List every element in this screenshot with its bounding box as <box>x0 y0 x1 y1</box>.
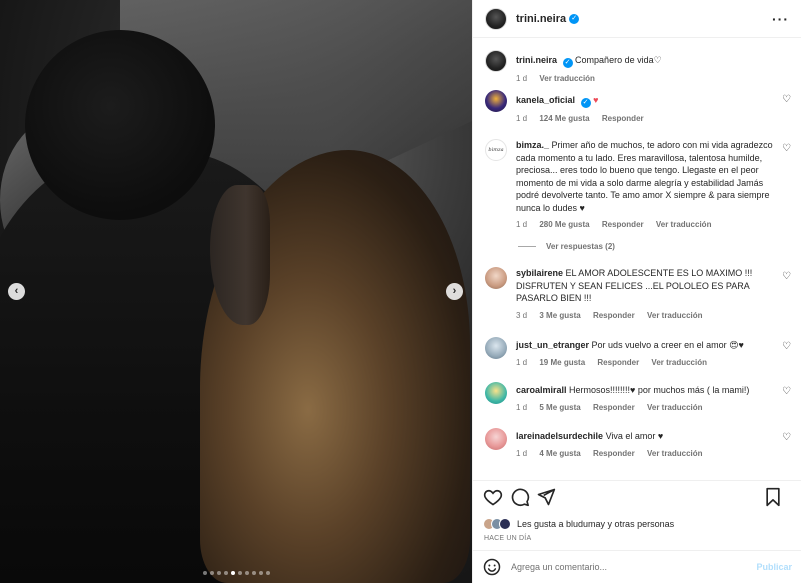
post-actions: Les gusta a bludumay y otras personas HA… <box>473 480 801 550</box>
like-count[interactable]: 19 Me gusta <box>539 358 585 367</box>
comment-username[interactable]: caroalmirall <box>516 385 567 395</box>
post-media[interactable]: ‹ › <box>0 0 472 583</box>
comment-username[interactable]: lareinadelsurdechile <box>516 431 603 441</box>
post-username[interactable]: trini.neira <box>516 13 566 25</box>
view-replies-label[interactable]: Ver respuestas (2) <box>546 242 615 251</box>
avatar[interactable]: bimza <box>485 139 507 161</box>
comment-item: sybilairene EL AMOR ADOLESCENTE ES LO MA… <box>485 267 795 320</box>
comment-time: 1 d <box>516 114 528 123</box>
reply-button[interactable]: Responder <box>602 220 644 229</box>
comment-text: Por uds vuelvo a creer en el amor 😍♥ <box>591 340 744 350</box>
verified-icon: ✓ <box>580 98 591 108</box>
carousel-dot <box>251 571 256 575</box>
like-count[interactable]: 4 Me gusta <box>539 449 580 458</box>
avatar[interactable] <box>485 267 507 289</box>
heart-icon[interactable]: ♡ <box>782 143 791 154</box>
avatar[interactable] <box>485 428 507 450</box>
comment-item: lareinadelsurdechile Viva el amor ♥ 1 d … <box>485 428 795 458</box>
comment-time: 1 d <box>516 357 528 367</box>
translate-link[interactable]: Ver traducción <box>651 358 707 367</box>
heart-icon[interactable]: ♡ <box>782 271 791 282</box>
carousel-dot <box>244 571 249 575</box>
verified-icon: ✓ <box>562 58 573 68</box>
comment-username[interactable]: just_un_etranger <box>516 340 589 350</box>
comment-input[interactable] <box>511 562 751 572</box>
add-comment-bar: Publicar <box>473 550 801 583</box>
reply-button[interactable]: Responder <box>602 114 644 123</box>
publish-button[interactable]: Publicar <box>756 562 792 572</box>
avatar[interactable] <box>485 7 507 30</box>
avatar[interactable] <box>485 50 507 72</box>
heart-icon[interactable]: ♡ <box>782 432 791 443</box>
caption-username[interactable]: trini.neira <box>516 55 557 65</box>
heart-icon[interactable]: ♡ <box>782 386 791 397</box>
comment-text: ♥ <box>593 95 599 105</box>
carousel-dots <box>0 571 472 575</box>
carousel-dot <box>216 571 221 575</box>
caption: trini.neira ✓ Compañero de vida♡ 1 d Ver… <box>485 50 795 83</box>
comment-text: Viva el amor ♥ <box>605 431 664 441</box>
reply-button[interactable]: Responder <box>593 311 635 320</box>
save-icon[interactable] <box>763 487 783 507</box>
likes-text: Les gusta a bludumay y otras personas <box>517 519 675 529</box>
carousel-dot <box>258 571 263 575</box>
caption-text: Compañero de vida♡ <box>575 55 662 65</box>
avatar[interactable] <box>485 382 507 404</box>
reply-button[interactable]: Responder <box>597 358 639 367</box>
comment-time: 1 d <box>516 448 528 458</box>
emoji-icon[interactable] <box>483 558 501 576</box>
reply-button[interactable]: Responder <box>593 403 635 412</box>
translate-link[interactable]: Ver traducción <box>647 403 703 412</box>
comment-username[interactable]: sybilairene <box>516 268 563 278</box>
like-count[interactable]: 124 Me gusta <box>539 114 589 123</box>
avatar[interactable] <box>485 90 507 112</box>
comment-time: 3 d <box>516 310 528 320</box>
translate-link[interactable]: Ver traducción <box>647 311 703 320</box>
comment-time: 1 d <box>516 220 528 229</box>
translate-link[interactable]: Ver traducción <box>539 74 595 83</box>
comment-item: kanela_oficial ✓ ♥ 1 d 124 Me gusta Resp… <box>485 90 795 123</box>
person-head <box>25 30 215 220</box>
next-arrow-icon[interactable]: › <box>446 283 463 300</box>
carousel-dot-active <box>230 571 235 575</box>
carousel-dot <box>237 571 242 575</box>
previous-arrow-icon[interactable]: ‹ <box>8 283 25 300</box>
comment-text: Hermosos!!!!!!!!♥ por muchos más ( la ma… <box>569 385 750 395</box>
translate-link[interactable]: Ver traducción <box>656 220 712 229</box>
like-count[interactable]: 5 Me gusta <box>539 403 580 412</box>
post-panel: trini.neira ✓ ··· trini.neira ✓ Compañer… <box>472 0 801 583</box>
divider <box>518 246 536 247</box>
heart-icon[interactable] <box>483 487 503 507</box>
translate-link[interactable]: Ver traducción <box>647 449 703 458</box>
post-date: HACE UN DÍA <box>484 535 532 542</box>
caption-time: 1 d <box>516 74 528 83</box>
comment-text: Primer año de muchos, te adoro con mi vi… <box>516 140 773 213</box>
comment-item: just_un_etranger Por uds vuelvo a creer … <box>485 337 795 367</box>
more-icon[interactable]: ··· <box>772 11 789 27</box>
carousel-dot <box>223 571 228 575</box>
like-count[interactable]: 280 Me gusta <box>539 220 589 229</box>
share-icon[interactable] <box>536 487 556 507</box>
view-replies[interactable]: Ver respuestas (2) <box>518 242 615 251</box>
likes-summary[interactable]: Les gusta a bludumay y otras personas <box>483 518 674 530</box>
comment-time: 1 d <box>516 402 528 412</box>
reply-button[interactable]: Responder <box>593 449 635 458</box>
like-count[interactable]: 3 Me gusta <box>539 311 580 320</box>
heart-icon[interactable]: ♡ <box>782 94 791 105</box>
comments-list[interactable]: trini.neira ✓ Compañero de vida♡ 1 d Ver… <box>473 38 801 480</box>
comment-item: bimza bimza._ Primer año de muchos, te a… <box>485 139 795 229</box>
comment-username[interactable]: kanela_oficial <box>516 95 575 105</box>
carousel-dot <box>202 571 207 575</box>
comment-item: caroalmirall Hermosos!!!!!!!!♥ por mucho… <box>485 382 795 412</box>
post-header: trini.neira ✓ ··· <box>473 0 801 38</box>
avatar[interactable] <box>485 337 507 359</box>
comment-icon[interactable] <box>510 487 530 507</box>
carousel-dot <box>265 571 270 575</box>
comment-username[interactable]: bimza._ <box>516 140 549 150</box>
verified-icon: ✓ <box>569 13 580 24</box>
avatar <box>499 518 511 530</box>
carousel-dot <box>209 571 214 575</box>
heart-icon[interactable]: ♡ <box>782 341 791 352</box>
